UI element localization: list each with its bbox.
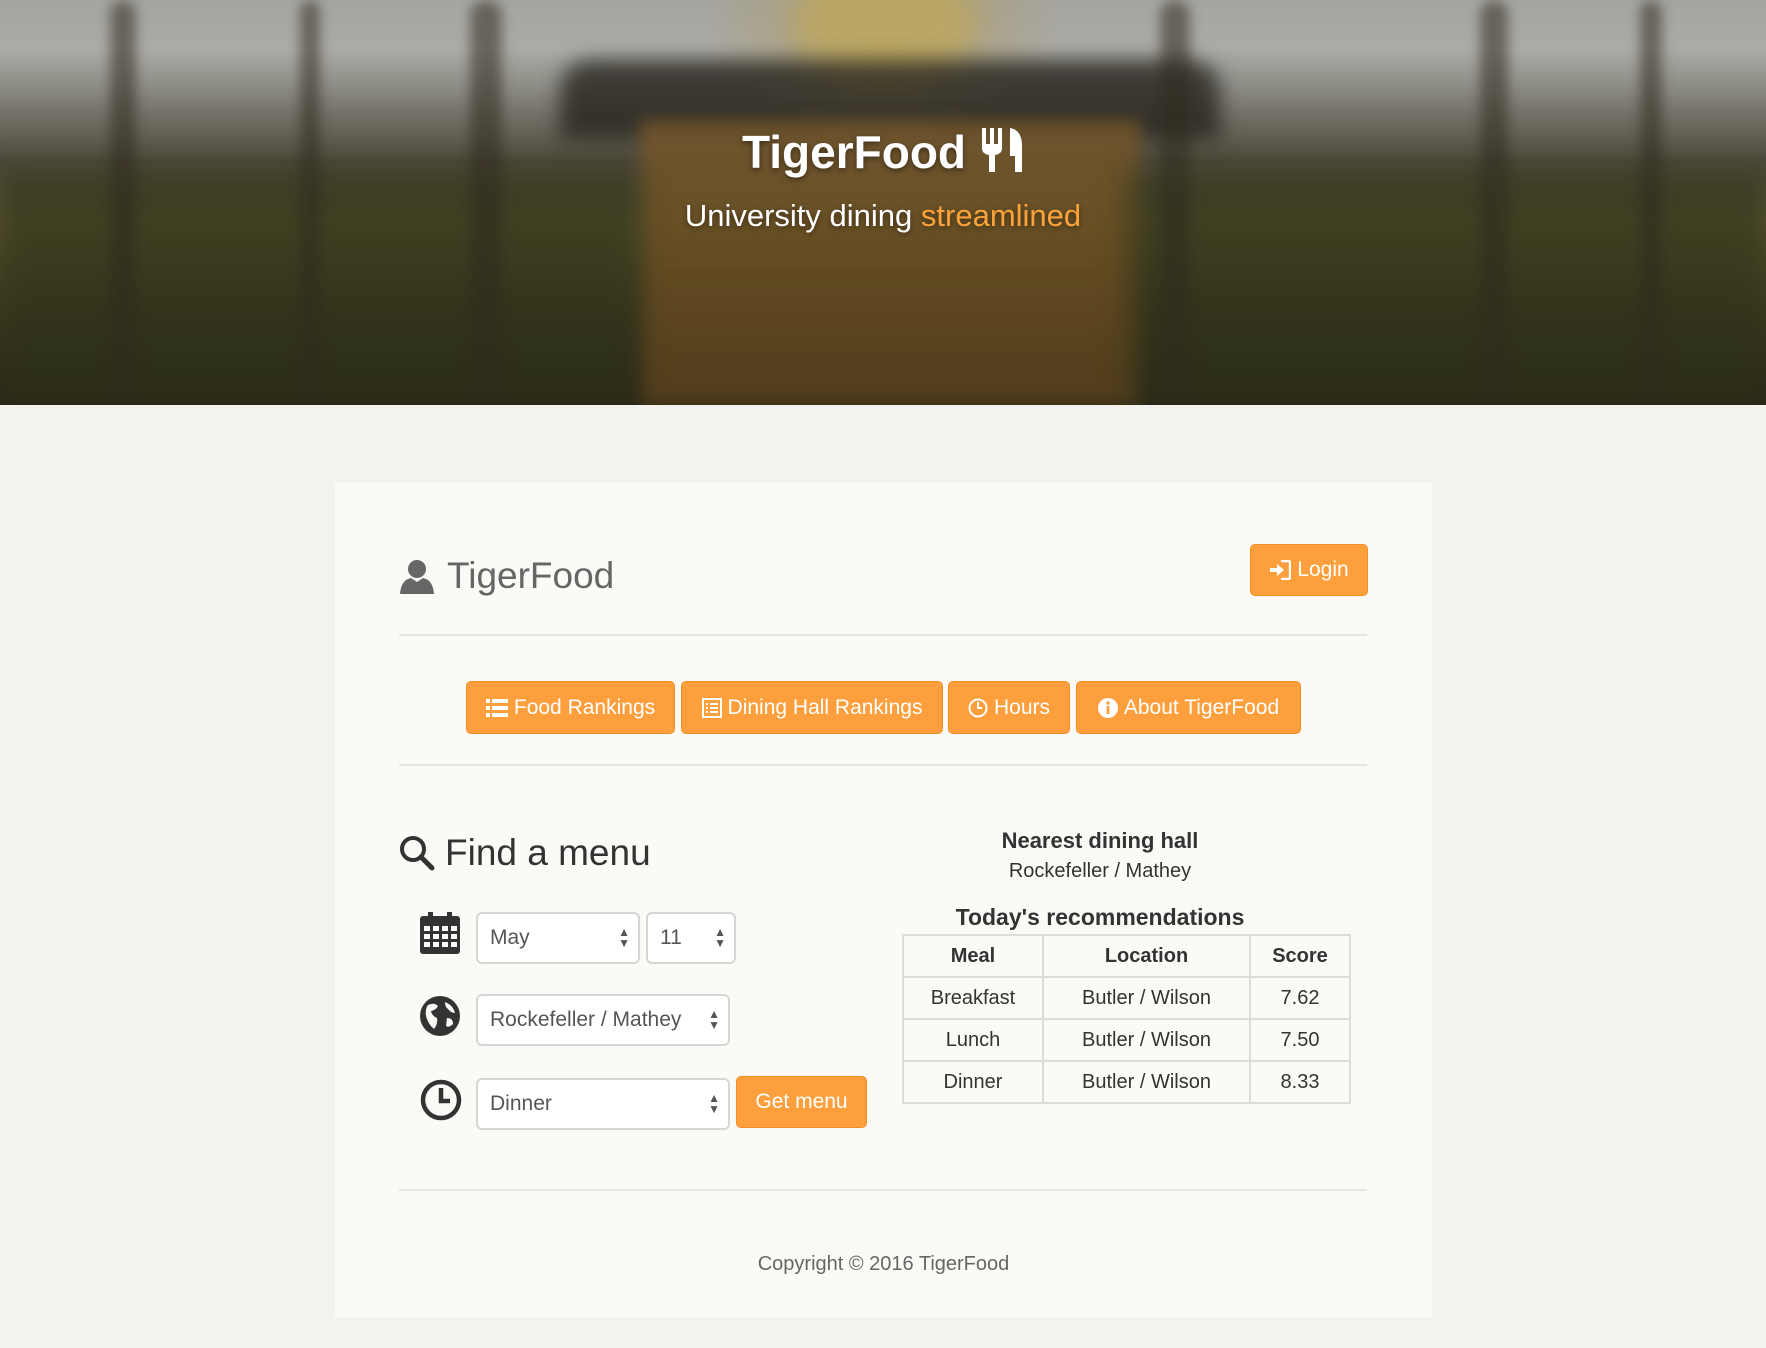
calendar-icon bbox=[420, 912, 460, 954]
table-row: Breakfast Butler / Wilson 7.62 bbox=[902, 976, 1351, 1020]
location-value: Rockefeller / Mathey bbox=[490, 1008, 682, 1031]
divider bbox=[399, 1189, 1367, 1191]
fork-knife-icon bbox=[982, 128, 1023, 172]
find-menu-title: Find a menu bbox=[445, 832, 651, 873]
hero-subtitle-accent: streamlined bbox=[920, 198, 1082, 233]
select-arrows-icon: ▲ ▼ bbox=[708, 1091, 720, 1116]
month-value: May bbox=[490, 926, 530, 949]
login-label: Login bbox=[1297, 558, 1349, 581]
copyright-footer: Copyright © 2016 TigerFood bbox=[757, 1253, 1010, 1275]
nav-label: Hours bbox=[993, 695, 1051, 719]
login-icon bbox=[1270, 560, 1292, 580]
nav-bar: Food Rankings Dining Hall Rankings Hours bbox=[335, 681, 1432, 735]
meal-cell: Breakfast bbox=[902, 976, 1044, 1020]
hero-title: TigerFood bbox=[0, 125, 1766, 179]
hero-banner: TigerFood University dining streamlined bbox=[0, 0, 1766, 405]
list-alt-icon bbox=[701, 697, 722, 718]
about-tigerfood-button[interactable]: About TigerFood bbox=[1076, 681, 1301, 734]
divider bbox=[399, 634, 1367, 636]
hero-subtitle: University dining streamlined bbox=[0, 198, 1766, 234]
column-header-meal: Meal bbox=[902, 934, 1044, 978]
list-icon bbox=[485, 698, 508, 717]
column-header-score: Score bbox=[1249, 934, 1351, 978]
month-select[interactable]: May ▲ ▼ bbox=[476, 912, 640, 964]
select-arrows-icon: ▲ ▼ bbox=[708, 1007, 720, 1032]
hero-title-text: TigerFood bbox=[741, 126, 967, 178]
column-header-location: Location bbox=[1042, 934, 1251, 978]
table-header-row: Meal Location Score bbox=[902, 934, 1351, 978]
select-arrows-icon: ▲ ▼ bbox=[714, 925, 726, 950]
meal-select[interactable]: Dinner ▲ ▼ bbox=[476, 1078, 730, 1130]
search-icon bbox=[400, 836, 435, 871]
divider bbox=[399, 764, 1367, 766]
meal-cell: Lunch bbox=[902, 1018, 1044, 1062]
dining-hall-rankings-button[interactable]: Dining Hall Rankings bbox=[681, 681, 943, 734]
main-card: TigerFood Login Food Rankings Dining Hal… bbox=[335, 482, 1432, 1318]
nearest-hall-title: Nearest dining hall bbox=[1001, 828, 1199, 853]
brand-header: TigerFood bbox=[399, 552, 614, 600]
meal-cell: Dinner bbox=[902, 1060, 1044, 1104]
nav-label: About TigerFood bbox=[1123, 695, 1280, 719]
day-select[interactable]: 11 ▲ ▼ bbox=[646, 912, 736, 964]
location-cell: Butler / Wilson bbox=[1042, 976, 1251, 1020]
recommendations-title: Today's recommendations bbox=[955, 904, 1245, 930]
food-rankings-button[interactable]: Food Rankings bbox=[466, 681, 675, 734]
globe-icon bbox=[420, 996, 460, 1036]
recommendations-table: Meal Location Score Breakfast Butler / W… bbox=[902, 934, 1351, 1104]
score-cell: 8.33 bbox=[1249, 1060, 1351, 1104]
select-arrows-icon: ▲ ▼ bbox=[618, 925, 630, 950]
score-cell: 7.50 bbox=[1249, 1018, 1351, 1062]
clock-icon bbox=[420, 1079, 462, 1121]
day-value: 11 bbox=[660, 926, 682, 949]
nav-label: Dining Hall Rankings bbox=[727, 695, 923, 719]
find-menu-heading: Find a menu bbox=[399, 828, 651, 878]
user-icon bbox=[400, 560, 434, 594]
hours-button[interactable]: Hours bbox=[948, 681, 1070, 734]
get-menu-label: Get menu bbox=[755, 1090, 848, 1113]
clock-icon bbox=[968, 698, 988, 717]
info-icon bbox=[1097, 697, 1118, 718]
nav-label: Food Rankings bbox=[513, 695, 656, 719]
location-cell: Butler / Wilson bbox=[1042, 1018, 1251, 1062]
brand-name: TigerFood bbox=[447, 555, 615, 596]
meal-value: Dinner bbox=[490, 1092, 552, 1115]
hero-subtitle-plain: University dining bbox=[684, 198, 913, 233]
login-button[interactable]: Login bbox=[1250, 544, 1368, 596]
nearest-hall-value: Rockefeller / Mathey bbox=[1008, 860, 1192, 882]
location-select[interactable]: Rockefeller / Mathey ▲ ▼ bbox=[476, 994, 730, 1046]
score-cell: 7.62 bbox=[1249, 976, 1351, 1020]
get-menu-button[interactable]: Get menu bbox=[736, 1076, 867, 1128]
table-row: Lunch Butler / Wilson 7.50 bbox=[902, 1018, 1351, 1062]
location-cell: Butler / Wilson bbox=[1042, 1060, 1251, 1104]
table-row: Dinner Butler / Wilson 8.33 bbox=[902, 1060, 1351, 1104]
